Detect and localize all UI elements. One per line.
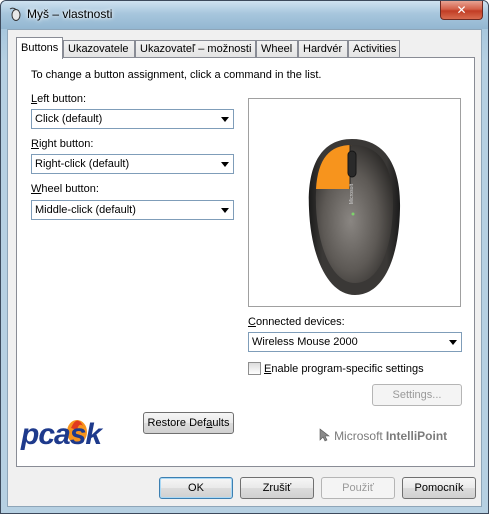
dropdown-arrow-icon xyxy=(221,117,229,122)
instruction-text: To change a button assignment, click a c… xyxy=(31,69,322,81)
wheel-button-label: Wheel button: xyxy=(31,183,99,195)
accelerator-key: C xyxy=(248,316,256,328)
left-button-label: Left button: xyxy=(31,93,86,105)
tab-pointer-options[interactable]: Ukazovateľ – možnosti xyxy=(135,40,256,58)
close-button[interactable]: ✕ xyxy=(440,1,483,20)
ok-button[interactable]: OK xyxy=(159,477,233,499)
dialog-client: Buttons Ukazovatele Ukazovateľ – možnost… xyxy=(7,29,482,507)
accelerator-key: R xyxy=(31,138,39,150)
microsoft-intellipoint-brand: Microsoft IntelliPoint xyxy=(319,428,447,444)
button-label: Použiť xyxy=(342,482,374,494)
label-text: eft button: xyxy=(37,93,87,105)
tab-activities[interactable]: Activities xyxy=(348,40,400,58)
selected-value: Wireless Mouse 2000 xyxy=(252,336,358,348)
tab-hardware[interactable]: Hardvér xyxy=(298,40,348,58)
logo-mark: Microsoft xyxy=(349,183,355,204)
connected-devices-label: Connected devices: xyxy=(248,316,345,328)
mouse-illustration: Microsoft xyxy=(308,139,401,295)
settings-button[interactable]: Settings... xyxy=(372,384,462,406)
intellipoint-text: IntelliPoint xyxy=(385,429,448,443)
label-text: heel button: xyxy=(41,183,99,195)
button-label: OK xyxy=(188,482,204,494)
pcask-logo-text: pcask xyxy=(20,418,103,451)
microsoft-text: Microsoft xyxy=(334,429,383,443)
button-label: Settings... xyxy=(392,389,442,401)
cancel-button[interactable]: Zrušiť xyxy=(240,477,314,499)
label-text: onnected devices: xyxy=(255,316,345,328)
tab-label: Wheel xyxy=(261,43,293,55)
pcask-logo-graphic: pcask xyxy=(20,418,104,451)
program-specific-checkbox[interactable] xyxy=(248,362,261,375)
apply-button[interactable]: Použiť xyxy=(321,477,395,499)
selected-value: Click (default) xyxy=(35,113,103,125)
close-icon: ✕ xyxy=(456,3,467,17)
window-title: Myš – vlastnosti xyxy=(27,7,113,21)
selected-value: Right-click (default) xyxy=(35,158,130,170)
title-bar[interactable]: Myš – vlastnosti ✕ xyxy=(1,1,488,29)
mouse-preview: Microsoft xyxy=(248,98,461,307)
tab-wheel[interactable]: Wheel xyxy=(256,40,298,58)
accelerator-key: W xyxy=(31,183,42,195)
program-specific-label[interactable]: Enable program-specific settings xyxy=(264,363,424,375)
selected-value: Middle-click (default) xyxy=(35,204,136,216)
status-led xyxy=(351,212,355,216)
connected-devices-select[interactable]: Wireless Mouse 2000 xyxy=(248,332,462,352)
restore-defaults-button[interactable]: Restore Defaults xyxy=(143,412,234,434)
button-label: Restore Def xyxy=(147,417,207,429)
left-button-highlight xyxy=(316,145,352,189)
button-label: ults xyxy=(212,417,230,429)
button-label: Pomocník xyxy=(414,482,464,494)
tab-label: Ukazovatele xyxy=(68,43,129,55)
pcask-logo: pcask xyxy=(19,410,129,456)
dropdown-arrow-icon xyxy=(449,340,457,345)
dropdown-arrow-icon xyxy=(221,162,229,167)
label-text: nable program-specific settings xyxy=(271,363,424,375)
buttons-panel: To change a button assignment, click a c… xyxy=(16,57,475,467)
mouse-icon xyxy=(9,7,21,21)
left-button-select[interactable]: Click (default) xyxy=(31,109,234,129)
tab-label: Activities xyxy=(353,43,397,55)
mouse-properties-window: Myš – vlastnosti ✕ Buttons Ukazovatele U… xyxy=(0,0,489,514)
label-text: ight button: xyxy=(38,138,94,150)
wheel-button-select[interactable]: Middle-click (default) xyxy=(31,200,234,220)
scroll-wheel xyxy=(347,150,357,178)
help-button[interactable]: Pomocník xyxy=(402,477,476,499)
tab-pointers[interactable]: Ukazovatele xyxy=(63,40,135,58)
tab-label: Buttons xyxy=(21,42,59,54)
button-label: Zrušiť xyxy=(262,482,292,494)
tab-label: Hardvér xyxy=(303,43,343,55)
right-button-label: Right button: xyxy=(31,138,93,150)
right-button-select[interactable]: Right-click (default) xyxy=(31,154,234,174)
tab-label: Ukazovateľ – možnosti xyxy=(140,43,252,55)
cursor-icon xyxy=(319,428,330,442)
dropdown-arrow-icon xyxy=(221,208,229,213)
tab-buttons[interactable]: Buttons xyxy=(16,37,63,59)
